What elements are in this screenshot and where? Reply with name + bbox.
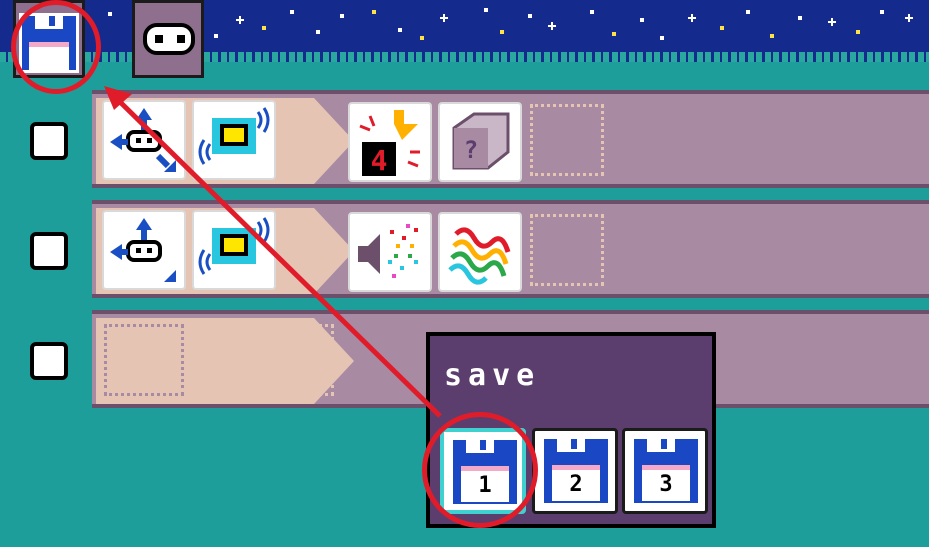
annotation-arrow [104, 86, 442, 418]
